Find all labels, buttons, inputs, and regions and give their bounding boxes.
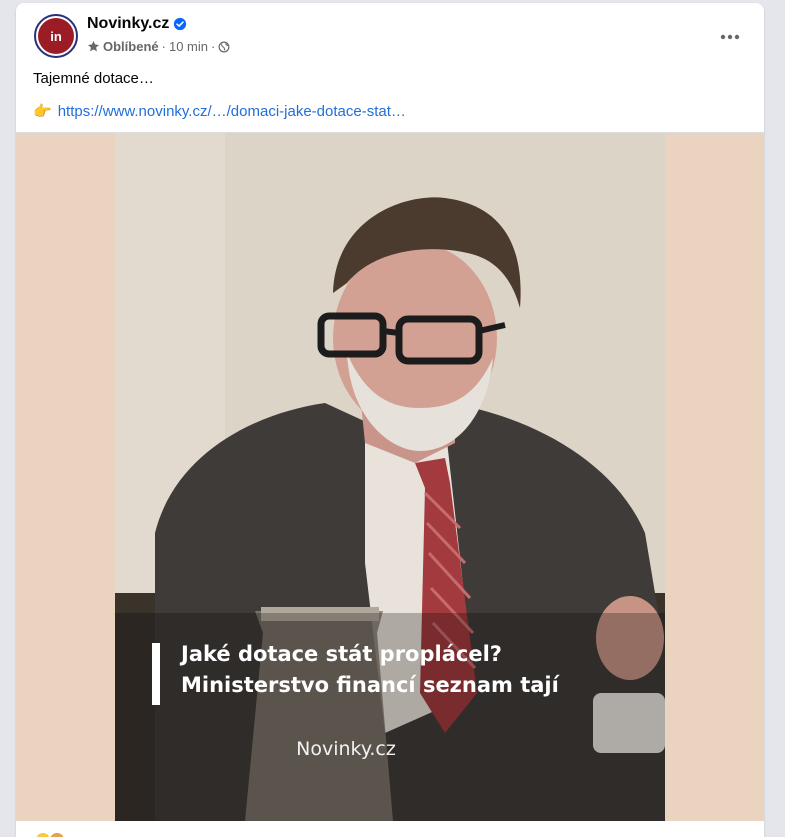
meta-separator: · bbox=[161, 39, 166, 54]
headline-line-1: Jaké dotace stát proplácel? bbox=[181, 642, 502, 666]
media-headline: Jaké dotace stát proplácel? Ministerstvo… bbox=[181, 639, 651, 701]
page-name-link[interactable]: Novinky.cz bbox=[87, 15, 169, 33]
reaction-icons[interactable] bbox=[34, 831, 66, 837]
post-message: Tajemné dotace… bbox=[33, 70, 154, 87]
post-timestamp[interactable]: 10 min bbox=[169, 39, 208, 54]
headline-accent-bar bbox=[152, 643, 160, 705]
link-row: 👉 https://www.novinky.cz/…/domaci-jake-d… bbox=[33, 102, 406, 121]
page-name-row: Novinky.cz bbox=[87, 15, 187, 33]
globe-icon bbox=[218, 41, 230, 52]
favorite-star-icon bbox=[87, 40, 100, 52]
more-options-icon bbox=[720, 34, 740, 40]
headline-line-2: Ministerstvo financí seznam tají bbox=[181, 673, 559, 697]
feed-post: in Novinky.cz Oblíbené · 10 min · Tajemn… bbox=[16, 3, 764, 837]
page-avatar[interactable]: in bbox=[34, 14, 78, 58]
care-reaction-icon bbox=[48, 831, 66, 837]
avatar-logo: in bbox=[38, 18, 74, 54]
verified-badge-icon bbox=[174, 17, 187, 31]
photo-illustration bbox=[115, 133, 665, 821]
reactions-bar bbox=[16, 821, 764, 837]
pointing-hand-icon: 👉 bbox=[33, 103, 52, 120]
article-link[interactable]: https://www.novinky.cz/…/domaci-jake-dot… bbox=[58, 103, 406, 120]
more-options-button[interactable] bbox=[716, 23, 744, 51]
post-header: in Novinky.cz Oblíbené · 10 min · bbox=[16, 3, 764, 63]
media-watermark: Novinky.cz bbox=[296, 738, 396, 760]
post-meta: Oblíbené · 10 min · bbox=[87, 39, 230, 54]
meta-separator: · bbox=[211, 39, 216, 54]
favorites-label: Oblíbené bbox=[103, 39, 159, 54]
post-photo[interactable]: Jaké dotace stát proplácel? Ministerstvo… bbox=[115, 133, 665, 821]
post-media[interactable]: Jaké dotace stát proplácel? Ministerstvo… bbox=[16, 133, 764, 821]
